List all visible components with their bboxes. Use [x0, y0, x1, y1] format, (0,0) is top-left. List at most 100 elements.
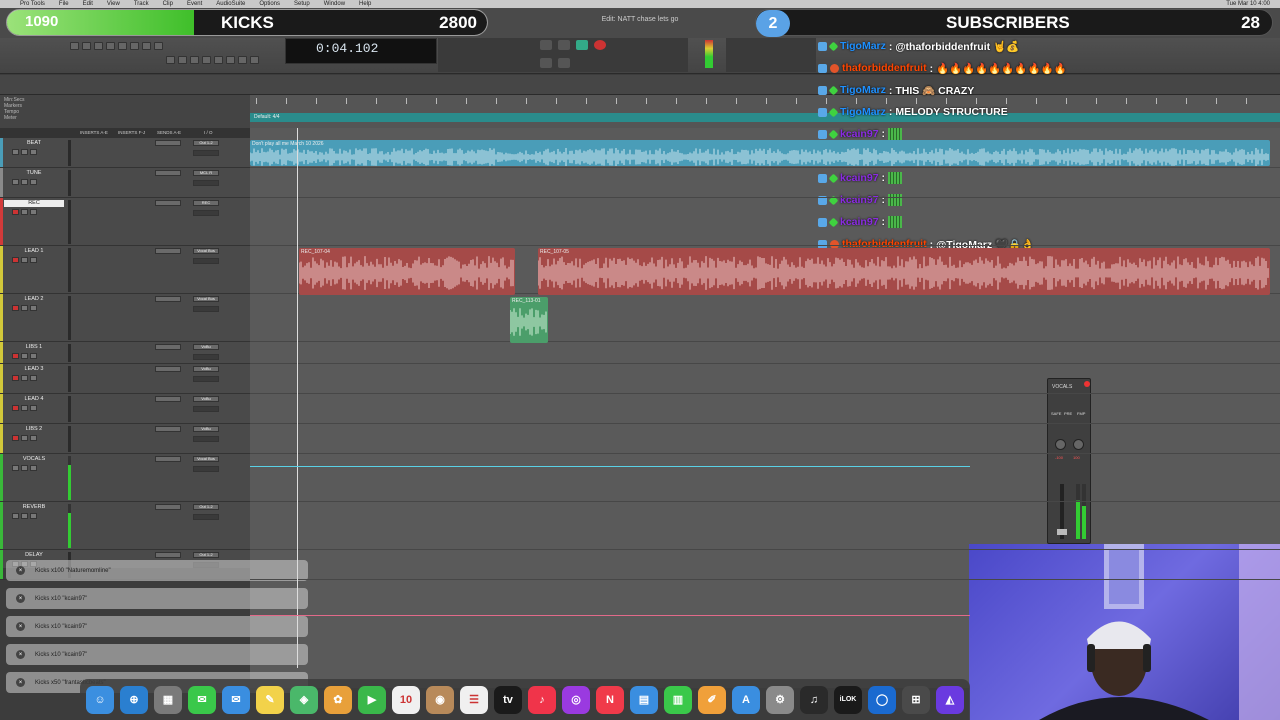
dock-mail-icon[interactable]: ✉: [222, 685, 250, 714]
track-rec-button[interactable]: [12, 257, 19, 263]
dock-finder-icon[interactable]: ☺: [86, 685, 114, 714]
toolbar-tool-button[interactable]: [118, 42, 127, 50]
track-mute-button[interactable]: [30, 209, 37, 215]
beat-clip[interactable]: Don't play all me March 10 2026: [250, 140, 1270, 166]
track-rec-button[interactable]: [12, 179, 19, 185]
prev-button[interactable]: [540, 58, 552, 68]
track-rec-button[interactable]: [12, 513, 19, 519]
track-rec-button[interactable]: [12, 305, 19, 311]
dock-tv-icon[interactable]: tv: [494, 685, 522, 714]
track-io[interactable]: Vocal Bus: [193, 248, 219, 254]
track-rec-button[interactable]: [12, 375, 19, 381]
toolbar-tool-button[interactable]: [142, 42, 151, 50]
lane-lead-4[interactable]: [250, 394, 1280, 424]
track-insert[interactable]: [155, 296, 181, 302]
chat-username[interactable]: thaforbiddenfruit: [842, 62, 927, 74]
track-insert[interactable]: [155, 140, 181, 146]
track-rec-button[interactable]: [12, 465, 19, 471]
track-insert[interactable]: [155, 200, 181, 206]
menu-item-options[interactable]: Options: [259, 0, 280, 8]
track-io[interactable]: REC: [193, 200, 219, 206]
dock-podcasts-icon[interactable]: ◎: [562, 685, 590, 714]
dock-maps-icon[interactable]: ◈: [290, 685, 318, 714]
dock-appstore-icon[interactable]: A: [732, 685, 760, 714]
track-rec-button[interactable]: [12, 149, 19, 155]
track-rec-button[interactable]: [12, 405, 19, 411]
record-button[interactable]: [594, 40, 606, 50]
track-name[interactable]: LIBS 1: [4, 344, 64, 351]
track-solo-button[interactable]: [21, 179, 28, 185]
dock-photos-icon[interactable]: ✿: [324, 685, 352, 714]
track-volume[interactable]: [193, 514, 219, 520]
lane-libs-2[interactable]: [250, 424, 1280, 454]
track-rec[interactable]: REC REC: [0, 198, 250, 246]
track-io[interactable]: VoBu: [193, 426, 219, 432]
track-volume[interactable]: [193, 376, 219, 382]
toolbar-tool-button[interactable]: [130, 42, 139, 50]
rec-clip-1[interactable]: REC_107-04: [299, 248, 515, 295]
track-solo-button[interactable]: [21, 305, 28, 311]
toolbar-tool-button[interactable]: [178, 56, 187, 64]
track-vocals[interactable]: VOCALS Vocal Bus: [0, 454, 250, 502]
toolbar-tool-button[interactable]: [166, 56, 175, 64]
close-icon[interactable]: ×: [16, 566, 25, 575]
track-volume[interactable]: [193, 210, 219, 216]
dock-notes-icon[interactable]: ✎: [256, 685, 284, 714]
toolbar-tool-button[interactable]: [190, 56, 199, 64]
close-icon[interactable]: ×: [16, 678, 25, 687]
track-solo-button[interactable]: [21, 257, 28, 263]
rec-clip-2[interactable]: REC_107-05: [538, 248, 1270, 295]
track-insert[interactable]: [155, 504, 181, 510]
menu-item-view[interactable]: View: [107, 0, 120, 8]
track-io[interactable]: Out 1-2: [193, 552, 219, 558]
close-icon[interactable]: ×: [16, 594, 25, 603]
track-name[interactable]: BEAT: [4, 140, 64, 147]
track-mute-button[interactable]: [30, 405, 37, 411]
dock-contacts-icon[interactable]: ◉: [426, 685, 454, 714]
dock-facetime-icon[interactable]: ▶: [358, 685, 386, 714]
track-tune[interactable]: TUNE MCL R: [0, 168, 250, 198]
track-libs-1[interactable]: LIBS 1 VoBu: [0, 342, 250, 364]
track-volume[interactable]: [193, 354, 219, 360]
track-mute-button[interactable]: [30, 257, 37, 263]
dock-settings-icon[interactable]: ⚙: [766, 685, 794, 714]
track-volume[interactable]: [193, 258, 219, 264]
stop-button[interactable]: [558, 40, 570, 50]
lane-rec[interactable]: [250, 198, 1280, 246]
track-rec-button[interactable]: [12, 353, 19, 359]
timeline-rulers[interactable]: [250, 95, 1280, 128]
track-rec-button[interactable]: [12, 209, 19, 215]
track-insert[interactable]: [155, 366, 181, 372]
track-name[interactable]: LIBS 2: [4, 426, 64, 433]
dock-music-icon[interactable]: ♪: [528, 685, 556, 714]
chat-username[interactable]: TigoMarz: [840, 106, 886, 118]
track-beat[interactable]: BEAT Out 1-2: [0, 138, 250, 168]
close-icon[interactable]: ×: [16, 622, 25, 631]
rewind-button[interactable]: [540, 40, 552, 50]
track-mute-button[interactable]: [30, 353, 37, 359]
track-solo-button[interactable]: [21, 209, 28, 215]
lane-libs-1[interactable]: [250, 342, 1280, 364]
lane-lead-3[interactable]: [250, 364, 1280, 394]
track-io[interactable]: VoBu: [193, 366, 219, 372]
chat-username[interactable]: TigoMarz: [840, 84, 886, 96]
close-icon[interactable]: ×: [16, 650, 25, 659]
rec-clip-3[interactable]: REC_113-01: [510, 297, 548, 343]
dock-safari-icon[interactable]: ⊕: [120, 685, 148, 714]
track-insert[interactable]: [155, 248, 181, 254]
toolbar-tool-button[interactable]: [106, 42, 115, 50]
dock-circle-app-icon[interactable]: ◯: [868, 685, 896, 714]
chat-username[interactable]: TigoMarz: [840, 40, 886, 52]
menu-item-track[interactable]: Track: [134, 0, 149, 8]
track-io[interactable]: Out 1-2: [193, 504, 219, 510]
track-io[interactable]: VoBu: [193, 396, 219, 402]
dock-protools-alt-icon[interactable]: ♫: [800, 685, 828, 714]
track-lead-3[interactable]: LEAD 3 VoBu: [0, 364, 250, 394]
menu-item-pro-tools[interactable]: Pro Tools: [20, 0, 45, 8]
track-name[interactable]: LEAD 1: [4, 248, 64, 255]
toolbar-tool-button[interactable]: [82, 42, 91, 50]
dock-launchpad-icon[interactable]: ▦: [154, 685, 182, 714]
menu-item-edit[interactable]: Edit: [83, 0, 93, 8]
lane-lead-2[interactable]: [250, 294, 1280, 342]
track-insert[interactable]: [155, 344, 181, 350]
